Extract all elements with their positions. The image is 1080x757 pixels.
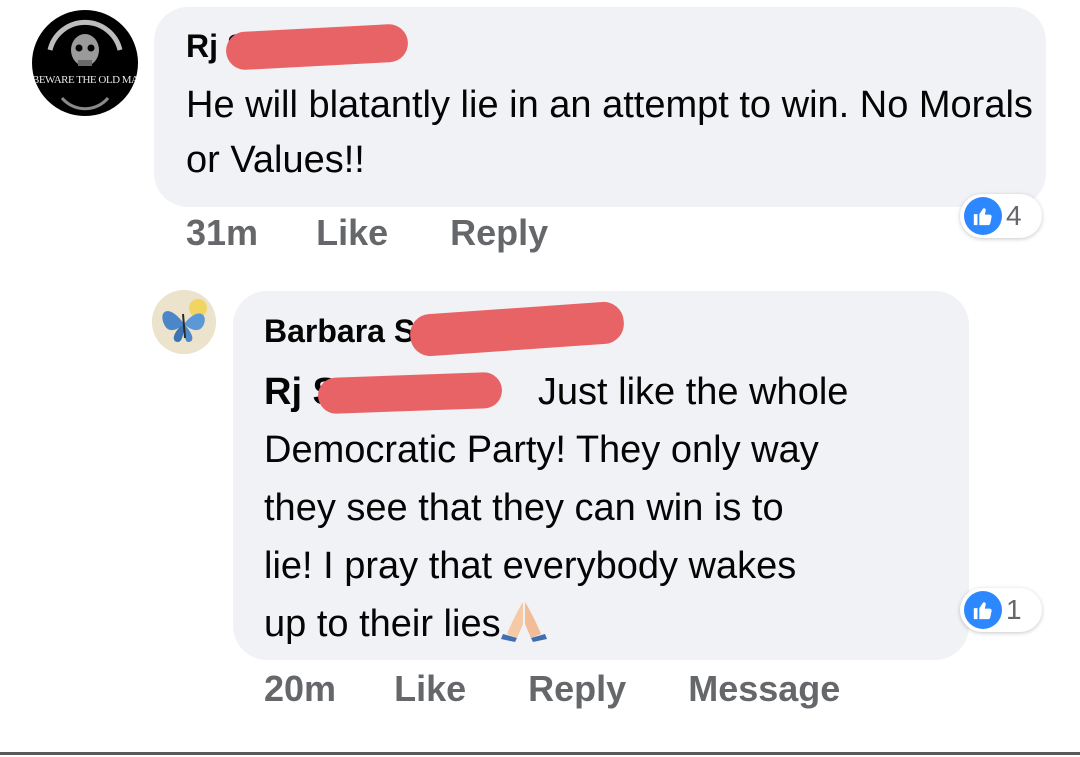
divider <box>0 752 1080 755</box>
reaction-count-1: 4 <box>1006 200 1022 231</box>
reply-button[interactable]: Reply <box>528 668 626 710</box>
comment-time-2[interactable]: 20m <box>264 668 336 710</box>
redaction-mark <box>317 371 503 415</box>
comment-line-3: they see that they can win is to <box>264 487 784 529</box>
butterfly-icon <box>152 290 216 354</box>
comment-line-text: up to their lies <box>264 603 501 645</box>
avatar-barbara[interactable] <box>152 290 216 354</box>
comment-line-text: Just like the whole <box>537 371 849 413</box>
like-button[interactable]: Like <box>316 212 388 254</box>
comment-actions-2: 20m Like Reply Message <box>264 668 840 710</box>
comment-actions-1: 31m Like Reply <box>186 212 548 254</box>
thumbs-up-icon <box>964 197 1002 235</box>
comment-line-2: Democratic Party! They only way <box>264 429 819 471</box>
praying-hands-emoji <box>500 602 547 642</box>
thumbs-up-icon <box>964 591 1002 629</box>
avatar-logo-text: BEWARE THE OLD MAN <box>32 74 138 86</box>
avatar-rj[interactable]: BEWARE THE OLD MAN <box>32 10 138 116</box>
comment-text-1: He will blatantly lie in an attempt to w… <box>186 84 1033 181</box>
reaction-count-2: 1 <box>1006 594 1022 625</box>
reaction-summary-2[interactable]: 1 <box>960 588 1042 632</box>
message-button[interactable]: Message <box>688 668 840 710</box>
comment-line-5: up to their lies <box>264 595 954 653</box>
skull-logo-icon <box>35 13 135 113</box>
comment-line-4: lie! I pray that everybody wakes <box>264 545 797 587</box>
comment-time-1[interactable]: 31m <box>186 212 258 254</box>
comment-author-2[interactable]: Barbara S <box>264 313 415 350</box>
reply-button[interactable]: Reply <box>450 212 548 254</box>
reaction-summary-1[interactable]: 4 <box>960 194 1042 238</box>
like-button[interactable]: Like <box>394 668 466 710</box>
